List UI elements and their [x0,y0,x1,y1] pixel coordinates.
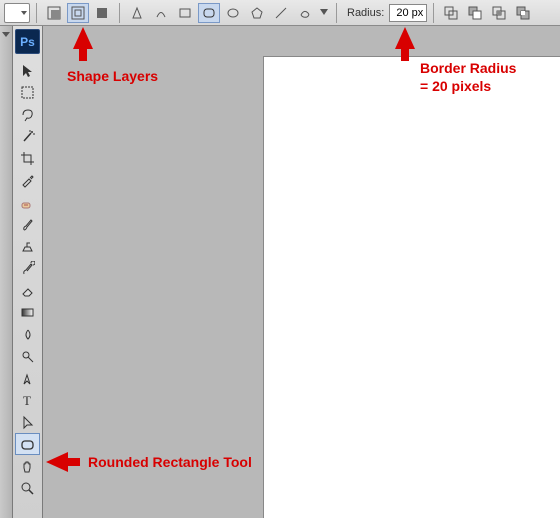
paths-mode-icon[interactable] [67,3,89,23]
draw-mode-group [43,3,113,23]
freeform-pen-icon[interactable] [150,3,172,23]
custom-shape-icon[interactable] [294,3,316,23]
tools-panel: Ps T [13,26,43,518]
rounded-rectangle-shape-icon[interactable] [198,3,220,23]
add-to-shape-icon[interactable] [440,3,462,23]
separator [433,3,434,23]
svg-text:T: T [23,393,31,408]
move-tool[interactable] [15,59,40,81]
radius-label: Radius: [347,7,384,19]
photoshop-logo-icon: Ps [15,29,40,54]
rounded-rectangle-tool[interactable] [15,433,40,455]
zoom-tool[interactable] [15,477,40,499]
line-shape-icon[interactable] [270,3,292,23]
tool-preset-picker[interactable] [4,3,30,23]
hand-tool[interactable] [15,455,40,477]
shape-options-dropdown-icon[interactable] [318,3,330,23]
workspace: Ps T [0,26,560,518]
path-selection-tool[interactable] [15,411,40,433]
options-bar: Radius: [0,0,560,26]
blur-tool[interactable] [15,323,40,345]
shape-tools-group [126,3,330,23]
gradient-tool[interactable] [15,301,40,323]
marquee-tool[interactable] [15,81,40,103]
expand-panels-icon [2,32,10,37]
intersect-shape-icon[interactable] [488,3,510,23]
brush-tool[interactable] [15,213,40,235]
pen-tool[interactable] [15,367,40,389]
separator [336,3,337,23]
healing-brush-tool[interactable] [15,191,40,213]
crop-tool[interactable] [15,147,40,169]
history-brush-tool[interactable] [15,257,40,279]
pen-icon[interactable] [126,3,148,23]
radius-input[interactable] [389,4,427,22]
separator [36,3,37,23]
dodge-tool[interactable] [15,345,40,367]
ellipse-shape-icon[interactable] [222,3,244,23]
magic-wand-tool[interactable] [15,125,40,147]
canvas-area [43,26,560,518]
clone-stamp-tool[interactable] [15,235,40,257]
panel-dock-tab[interactable] [0,26,13,518]
path-operations-group [440,3,534,23]
eyedropper-tool[interactable] [15,169,40,191]
document-canvas[interactable] [263,56,560,518]
rectangle-shape-icon[interactable] [174,3,196,23]
exclude-shape-icon[interactable] [512,3,534,23]
annotation-arrow-rounded-rect [46,452,68,472]
separator [119,3,120,23]
annotation-arrow-shape-layers [73,27,93,49]
polygon-shape-icon[interactable] [246,3,268,23]
annotation-arrow-radius [395,27,415,49]
fill-pixels-mode-icon[interactable] [91,3,113,23]
type-tool[interactable]: T [15,389,40,411]
lasso-tool[interactable] [15,103,40,125]
subtract-from-shape-icon[interactable] [464,3,486,23]
eraser-tool[interactable] [15,279,40,301]
shape-layers-mode-icon[interactable] [43,3,65,23]
